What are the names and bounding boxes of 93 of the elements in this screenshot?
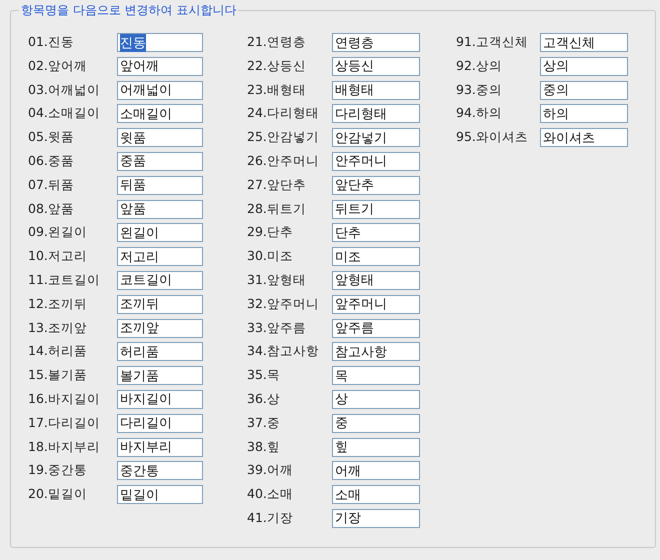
field-label: 18.바지부리: [28, 438, 101, 456]
text-field[interactable]: 앞형태: [332, 270, 420, 290]
text-field[interactable]: 바지부리: [117, 438, 203, 457]
field-label: 02.앞어깨: [28, 58, 88, 75]
text-field[interactable]: 앞단추: [332, 176, 420, 195]
field-label: 07.뒤품: [28, 176, 75, 194]
text-field[interactable]: 뒤트기: [332, 200, 420, 219]
text-field[interactable]: 중품: [117, 152, 203, 171]
field-label: 30.미조: [247, 248, 294, 266]
field-label: 35.목: [247, 367, 281, 384]
text-field[interactable]: 하의: [540, 104, 628, 124]
field-label: 06.중품: [28, 152, 75, 170]
text-field[interactable]: 진동: [117, 33, 203, 52]
field-label: 04.소매길이: [28, 105, 101, 122]
field-label: 27.앞단추: [247, 176, 307, 194]
field-label: 24.다리형태: [247, 105, 320, 122]
text-field[interactable]: 허리품: [117, 342, 203, 362]
field-label: 93.중의: [456, 82, 503, 99]
field-label: 40.소매: [247, 486, 294, 504]
field-label: 23.배형태: [247, 82, 307, 99]
field-label: 28.뒤트기: [247, 200, 307, 218]
field-label: 11.코트길이: [28, 272, 101, 289]
field-label: 39.어깨: [247, 462, 294, 480]
field-label: 95.와이셔츠: [456, 129, 529, 146]
field-label: 32.앞주머니: [247, 296, 320, 313]
text-field[interactable]: 조끼뒤: [117, 294, 203, 314]
group-title: 항목명을 다음으로 변경하여 표시합니다: [19, 2, 238, 19]
text-field[interactable]: 왼길이: [117, 223, 203, 242]
text-field[interactable]: 중간통: [117, 461, 203, 480]
field-label: 94.하의: [456, 105, 503, 122]
text-field[interactable]: 배형태: [332, 80, 420, 100]
field-label: 12.조끼뒤: [28, 296, 88, 313]
text-field[interactable]: 중의: [540, 80, 628, 100]
field-label: 01.진동: [28, 34, 75, 51]
field-label: 09.왼길이: [28, 224, 88, 242]
field-label: 92.상의: [456, 58, 503, 75]
text-field[interactable]: 다리형태: [332, 104, 420, 124]
text-field[interactable]: 힢: [332, 438, 420, 457]
text-field[interactable]: 앞주름: [332, 318, 420, 338]
text-field[interactable]: 앞품: [117, 200, 203, 219]
field-label: 38.힢: [247, 438, 281, 456]
field-label: 05.윗품: [28, 129, 75, 146]
field-label: 03.어깨넓이: [28, 82, 101, 99]
field-label: 15.볼기품: [28, 367, 88, 384]
field-label: 21.연령층: [247, 34, 307, 51]
field-label: 10.저고리: [28, 248, 88, 266]
text-field[interactable]: 볼기품: [117, 366, 203, 386]
field-label: 16.바지길이: [28, 390, 101, 408]
text-field[interactable]: 조끼앞: [117, 318, 203, 338]
text-field[interactable]: 고객신체: [540, 33, 628, 52]
text-field[interactable]: 미조: [332, 247, 420, 266]
field-label: 22.상등신: [247, 58, 307, 75]
text-field[interactable]: 단추: [332, 223, 420, 242]
text-field[interactable]: 상: [332, 390, 420, 409]
text-field[interactable]: 앞주머니: [332, 294, 420, 314]
text-field[interactable]: 와이셔츠: [540, 128, 628, 148]
text-field[interactable]: 밑길이: [117, 485, 203, 504]
text-field[interactable]: 바지길이: [117, 390, 203, 409]
text-field[interactable]: 소매길이: [117, 104, 203, 124]
field-label: 34.참고사항: [247, 343, 320, 360]
text-field[interactable]: 소매: [332, 485, 420, 504]
field-label: 41.기장: [247, 510, 294, 527]
text-field[interactable]: 목: [332, 366, 420, 386]
field-label: 25.안감넣기: [247, 129, 320, 146]
field-label: 33.앞주름: [247, 320, 307, 337]
text-field[interactable]: 다리길이: [117, 414, 203, 433]
text-field[interactable]: 어깨넓이: [117, 80, 203, 100]
field-label: 19.중간통: [28, 462, 88, 480]
text-field[interactable]: 안주머니: [332, 152, 420, 171]
field-label: 29.단추: [247, 224, 294, 242]
field-label: 91.고객신체: [456, 34, 529, 51]
field-label: 26.안주머니: [247, 152, 320, 170]
field-label: 17.다리길이: [28, 414, 101, 432]
field-label: 08.앞품: [28, 200, 75, 218]
field-label: 36.상: [247, 390, 281, 408]
text-field[interactable]: 기장: [332, 508, 420, 528]
field-label: 14.허리품: [28, 343, 88, 360]
text-field[interactable]: 저고리: [117, 247, 203, 266]
text-field[interactable]: 윗품: [117, 128, 203, 148]
text-field[interactable]: 어깨: [332, 461, 420, 480]
field-label: 37.중: [247, 414, 281, 432]
text-field[interactable]: 연령층: [332, 33, 420, 52]
text-field[interactable]: 뒤품: [117, 176, 203, 195]
text-field[interactable]: 상의: [540, 56, 628, 76]
text-field[interactable]: 앞어깨: [117, 56, 203, 76]
field-label: 31.앞형태: [247, 272, 307, 289]
field-label: 13.조끼앞: [28, 320, 88, 337]
text-field[interactable]: 참고사항: [332, 342, 420, 362]
text-field[interactable]: 안감넣기: [332, 128, 420, 148]
text-field[interactable]: 상등신: [332, 56, 420, 76]
text-field[interactable]: 코트길이: [117, 270, 203, 290]
field-label: 20.밑길이: [28, 486, 88, 504]
text-field[interactable]: 중: [332, 414, 420, 433]
